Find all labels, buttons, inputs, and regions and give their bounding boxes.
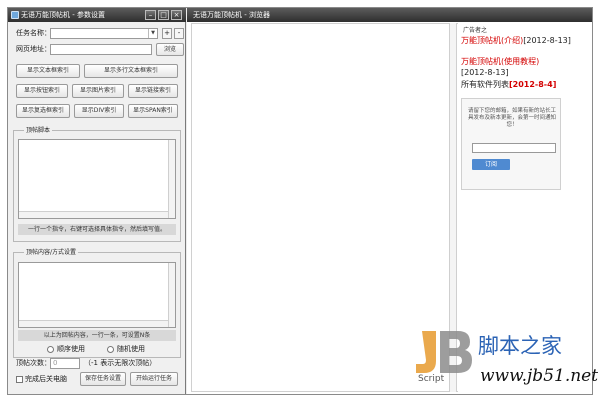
order-radio[interactable] [47,346,54,353]
random-label: 随机使用 [117,345,145,353]
order-label: 顺序使用 [57,345,85,353]
ad-list-date: [2012-8-4] [509,80,557,89]
show-image-index-button[interactable]: 显示图片索引 [72,84,124,98]
browser-title: 无语万能顶帖机 - 浏览器 [193,11,270,19]
ad-item-1: 万能顶帖机(介绍)[2012-8-13] [461,36,571,46]
ad-date-1: [2012-8-13] [523,36,571,45]
maximize-icon[interactable]: □ [158,10,169,20]
task-name-row: 任务名称： ▼ + - [16,28,186,39]
show-div-index-button[interactable]: 显示DIV索引 [74,104,124,118]
random-radio[interactable] [107,346,114,353]
watermark-logo: Script 脚本之家 www.jb51.net [408,325,598,391]
show-span-index-button[interactable]: 显示SPAN索引 [128,104,178,118]
script-hint: 一行一个指令，右键可选择具体指令，然后填写值。 [18,224,176,235]
content-textarea[interactable] [18,262,176,328]
content-group: 顶帖内容/方式设置 以上为回帖内容，一行一条，可设置N条 顺序使用 随机使用 [13,248,181,358]
watermark-site-url: www.jb51.net [480,366,598,386]
chevron-down-icon[interactable]: ▼ [148,29,157,38]
app-icon [11,11,19,19]
show-multiline-index-button[interactable]: 显示多行文本框索引 [84,64,178,78]
ad-link-software-list[interactable]: 所有软件列表 [461,80,509,89]
url-label: 网页地址： [16,45,51,53]
task-name-label: 任务名称： [16,29,51,37]
count-note: （-1 表示无限次顶帖） [84,359,157,367]
shutdown-checkbox[interactable] [16,376,23,383]
watermark-site-cn: 脚本之家 [478,334,562,358]
script-scrollbar-h[interactable] [19,211,168,218]
content-group-title: 顶帖内容/方式设置 [24,248,79,257]
minimize-icon[interactable]: – [145,10,156,20]
ad-date-2: [2012-8-13] [461,68,509,77]
ad-link-intro[interactable]: 万能顶帖机(介绍) [461,36,523,45]
show-checkbox-index-button[interactable]: 显示复选框索引 [16,104,70,118]
show-link-index-button[interactable]: 显示链接索引 [128,84,178,98]
subscribe-email-input[interactable] [472,143,556,153]
ad-header: 广告者之 [463,27,488,34]
script-textarea[interactable] [18,139,176,219]
content-scrollbar-v[interactable] [168,263,175,327]
jb51-logo-icon: Script 脚本之家 www.jb51.net [416,331,598,386]
url-input[interactable] [50,44,152,55]
script-group-title: 顶帖脚本 [24,126,53,135]
task-name-dropdown[interactable]: ▼ [50,28,158,39]
content-scrollbar-h[interactable] [19,320,168,327]
save-task-button[interactable]: 保存任务设置 [80,372,126,386]
subscribe-button[interactable]: 订阅 [472,159,510,170]
subscribe-text: 请留下您的邮箱，如果有新的站长工具发布及新本更新，会第一时间通知您！ [468,108,557,128]
browse-button[interactable]: 浏览 [156,43,184,56]
count-label: 顶帖次数： [16,359,51,367]
close-icon[interactable]: × [171,10,182,20]
remove-task-button[interactable]: - [174,28,184,39]
show-textbox-index-button[interactable]: 显示文本框索引 [16,64,80,78]
add-task-button[interactable]: + [162,28,172,39]
settings-window: 无语万能顶帖机 - 参数设置 – □ × 任务名称： ▼ + - 网页地址： 浏… [8,8,186,394]
url-row: 网页地址： 浏览 [16,43,186,56]
content-hint: 以上为回帖内容，一行一条，可设置N条 [18,330,176,341]
script-group: 顶帖脚本 一行一个指令，右键可选择具体指令，然后填写值。 [13,126,181,242]
ad-item-2: 万能顶帖机(使用教程) [461,57,539,67]
browser-titlebar: 无语万能顶帖机 - 浏览器 [187,8,592,22]
subscribe-box: 请留下您的邮箱，如果有新的站长工具发布及新本更新，会第一时间通知您！ 订阅 [461,98,561,190]
ad-item-3: 所有软件列表[2012-8-4] [461,80,556,90]
script-scrollbar-v[interactable] [168,140,175,218]
watermark-script: Script [418,374,445,384]
shutdown-label: 完成后关电脑 [25,375,67,383]
settings-title: 无语万能顶帖机 - 参数设置 [21,11,105,19]
run-task-button[interactable]: 开始运行任务 [130,372,178,386]
ad-link-tutorial[interactable]: 万能顶帖机(使用教程) [461,57,539,66]
show-button-index-button[interactable]: 显示按钮索引 [16,84,68,98]
count-input[interactable]: 0 [50,358,80,369]
